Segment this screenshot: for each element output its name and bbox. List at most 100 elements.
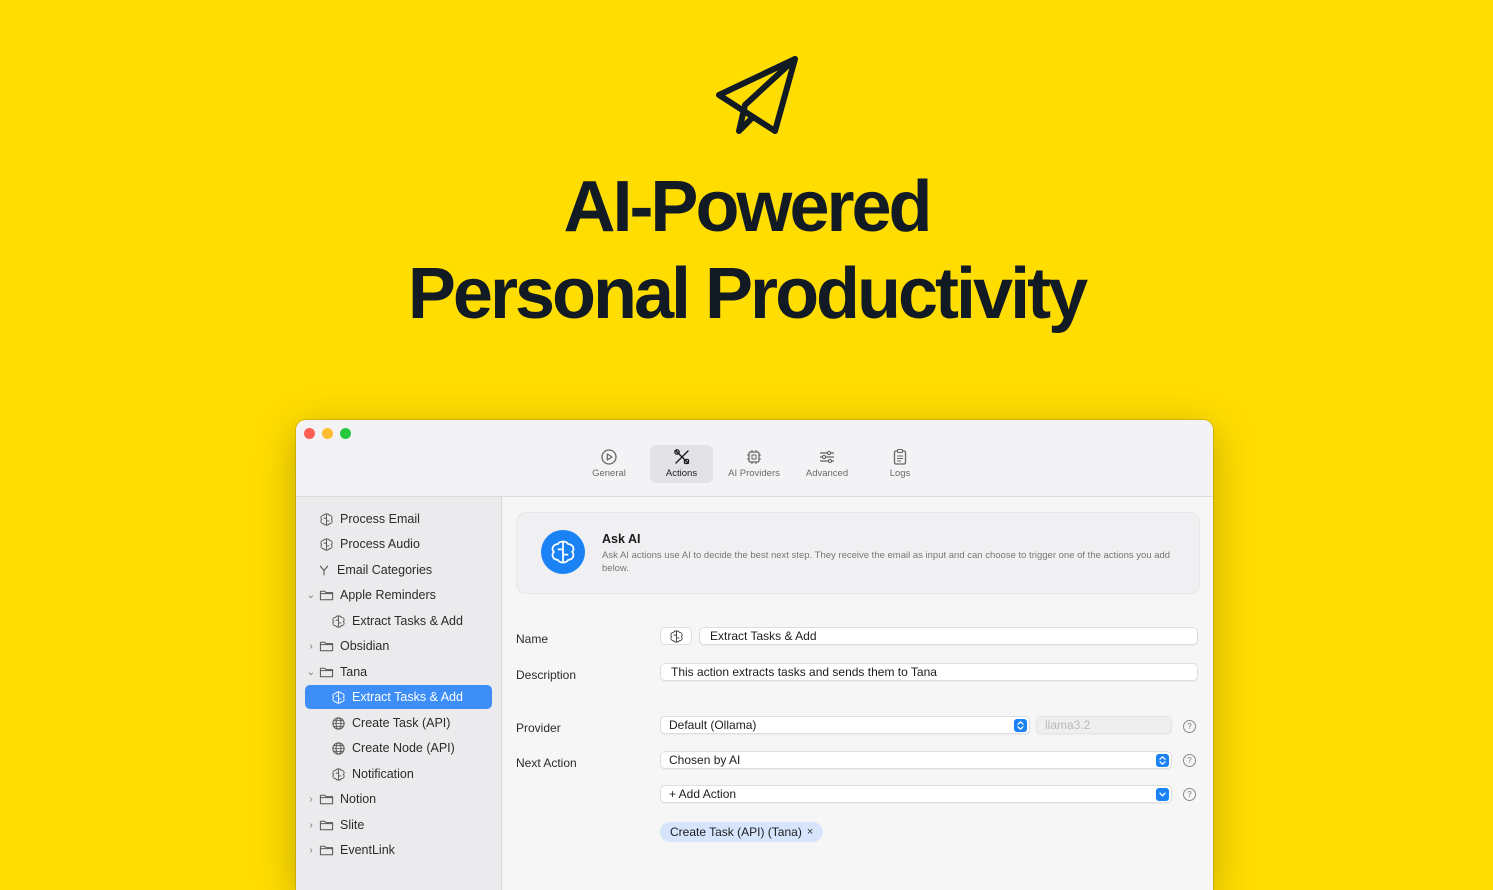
- sidebar-item-process-audio[interactable]: Process Audio: [318, 532, 420, 556]
- brain-icon: [551, 540, 575, 564]
- sidebar-folder-eventlink[interactable]: › EventLink: [306, 838, 395, 862]
- sidebar-item-label: Extract Tasks & Add: [352, 614, 463, 628]
- folder-icon: [319, 845, 333, 855]
- sidebar-item-notification[interactable]: Notification: [330, 762, 414, 786]
- remove-chip-icon[interactable]: ×: [807, 826, 813, 838]
- chevron-right-icon[interactable]: ›: [306, 845, 316, 856]
- provider-select-value: Default (Ollama): [669, 718, 757, 732]
- globe-icon: [331, 716, 345, 730]
- window-titlebar: General Actions AI Providers Advanced Lo…: [296, 420, 1213, 497]
- paper-plane-icon: [716, 56, 798, 134]
- folder-icon: [319, 641, 333, 651]
- split-icon: [319, 564, 329, 576]
- next-action-label: Next Action: [516, 756, 577, 770]
- add-action-help-icon[interactable]: ?: [1183, 788, 1196, 801]
- folder-icon: [319, 667, 333, 677]
- sidebar-item-process-email[interactable]: Process Email: [318, 507, 420, 531]
- chevron-right-icon[interactable]: ›: [306, 641, 316, 652]
- sidebar-folder-tana[interactable]: ⌄ Tana: [306, 660, 367, 684]
- selected-action-chip: Create Task (API) (Tana) ×: [660, 822, 824, 842]
- info-title: Ask AI: [602, 532, 641, 546]
- folder-icon: [319, 820, 333, 830]
- sidebar-item-label: EventLink: [340, 843, 395, 857]
- zoom-window-button[interactable]: [340, 428, 351, 439]
- action-icon-picker[interactable]: [660, 627, 692, 645]
- brain-icon: [331, 690, 345, 704]
- chip-label: Create Task (API) (Tana): [670, 825, 802, 839]
- tab-actions[interactable]: Actions: [650, 445, 713, 483]
- chevron-right-icon[interactable]: ›: [306, 820, 316, 831]
- tab-advanced[interactable]: Advanced: [799, 445, 855, 483]
- tools-icon: [673, 449, 689, 465]
- tab-ai-providers[interactable]: AI Providers: [724, 445, 784, 483]
- tab-actions-label: Actions: [665, 468, 698, 479]
- minimize-window-button[interactable]: [322, 428, 333, 439]
- tab-advanced-label: Advanced: [805, 468, 849, 479]
- brain-icon: [319, 512, 333, 526]
- action-detail-panel: Ask AI Ask AI actions use AI to decide t…: [502, 497, 1213, 890]
- sidebar-folder-obsidian[interactable]: › Obsidian: [306, 634, 389, 658]
- ask-ai-badge: [541, 530, 585, 574]
- sidebar-item-label: Notion: [340, 792, 377, 806]
- sidebar-item-label: Process Email: [340, 512, 420, 526]
- add-action-dropdown[interactable]: + Add Action: [660, 785, 1172, 803]
- sidebar-item-create-task-api[interactable]: Create Task (API): [330, 711, 450, 735]
- play-circle-icon: [601, 449, 617, 465]
- tab-logs[interactable]: Logs: [880, 445, 920, 483]
- sidebar-item-extract-tasks-tana[interactable]: Extract Tasks & Add: [305, 685, 492, 709]
- chip-icon: [747, 450, 761, 464]
- tab-general-label: General: [592, 468, 626, 479]
- sidebar-item-label: Slite: [340, 818, 365, 832]
- provider-label: Provider: [516, 721, 561, 735]
- hero-title-line2: Personal Productivity: [407, 254, 1088, 334]
- folder-icon: [319, 590, 333, 600]
- brain-icon: [319, 537, 333, 551]
- provider-select[interactable]: Default (Ollama): [660, 716, 1030, 734]
- sidebar-item-email-categories[interactable]: Email Categories: [318, 558, 432, 582]
- sliders-icon: [820, 450, 834, 464]
- hero-title-line1: AI-Powered: [563, 167, 932, 247]
- info-description: Ask AI actions use AI to decide the best…: [602, 550, 1171, 574]
- sidebar-item-label: Create Node (API): [352, 741, 455, 755]
- next-action-select[interactable]: Chosen by AI: [660, 751, 1172, 769]
- globe-icon: [331, 741, 345, 755]
- brain-icon: [331, 767, 345, 781]
- model-field[interactable]: llama3.2: [1036, 716, 1172, 734]
- close-window-button[interactable]: [304, 428, 315, 439]
- updown-chevron-icon: [1156, 754, 1169, 767]
- chevron-right-icon[interactable]: ›: [306, 794, 316, 805]
- actions-sidebar: Process Email Process Audio Email Catego…: [296, 497, 502, 890]
- sidebar-item-label: Apple Reminders: [340, 588, 436, 602]
- description-field[interactable]: This action extracts tasks and sends the…: [660, 663, 1198, 681]
- name-label: Name: [516, 632, 549, 646]
- name-field[interactable]: Extract Tasks & Add: [699, 627, 1198, 645]
- next-action-help-icon[interactable]: ?: [1183, 754, 1196, 767]
- folder-icon: [319, 794, 333, 804]
- provider-help-icon[interactable]: ?: [1183, 720, 1196, 733]
- chevron-down-icon: [1156, 788, 1169, 801]
- chevron-down-icon[interactable]: ⌄: [306, 590, 316, 601]
- sidebar-item-extract-tasks-apple[interactable]: Extract Tasks & Add: [330, 609, 463, 633]
- next-action-select-value: Chosen by AI: [669, 753, 741, 767]
- ask-ai-info-card: Ask AI Ask AI actions use AI to decide t…: [516, 512, 1200, 594]
- sidebar-item-label: Extract Tasks & Add: [352, 690, 463, 704]
- updown-chevron-icon: [1014, 719, 1027, 732]
- chevron-down-icon[interactable]: ⌄: [306, 667, 316, 678]
- sidebar-folder-apple-reminders[interactable]: ⌄ Apple Reminders: [306, 583, 436, 607]
- sidebar-item-label: Create Task (API): [352, 716, 451, 730]
- sidebar-item-label: Email Categories: [337, 563, 433, 577]
- sidebar-item-create-node-api[interactable]: Create Node (API): [330, 736, 455, 760]
- sidebar-item-label: Process Audio: [340, 537, 420, 551]
- tab-logs-label: Logs: [889, 468, 911, 479]
- tab-general[interactable]: General: [577, 445, 641, 483]
- add-action-label: + Add Action: [669, 787, 737, 801]
- tab-ai-providers-label: AI Providers: [728, 468, 780, 479]
- settings-window: General Actions AI Providers Advanced Lo…: [296, 420, 1213, 890]
- sidebar-folder-slite[interactable]: › Slite: [306, 813, 364, 837]
- brain-icon: [669, 629, 683, 643]
- sidebar-item-label: Tana: [340, 665, 368, 679]
- description-label: Description: [516, 668, 577, 682]
- sidebar-folder-notion[interactable]: › Notion: [306, 787, 376, 811]
- brain-icon: [331, 614, 345, 628]
- sidebar-item-label: Obsidian: [340, 639, 390, 653]
